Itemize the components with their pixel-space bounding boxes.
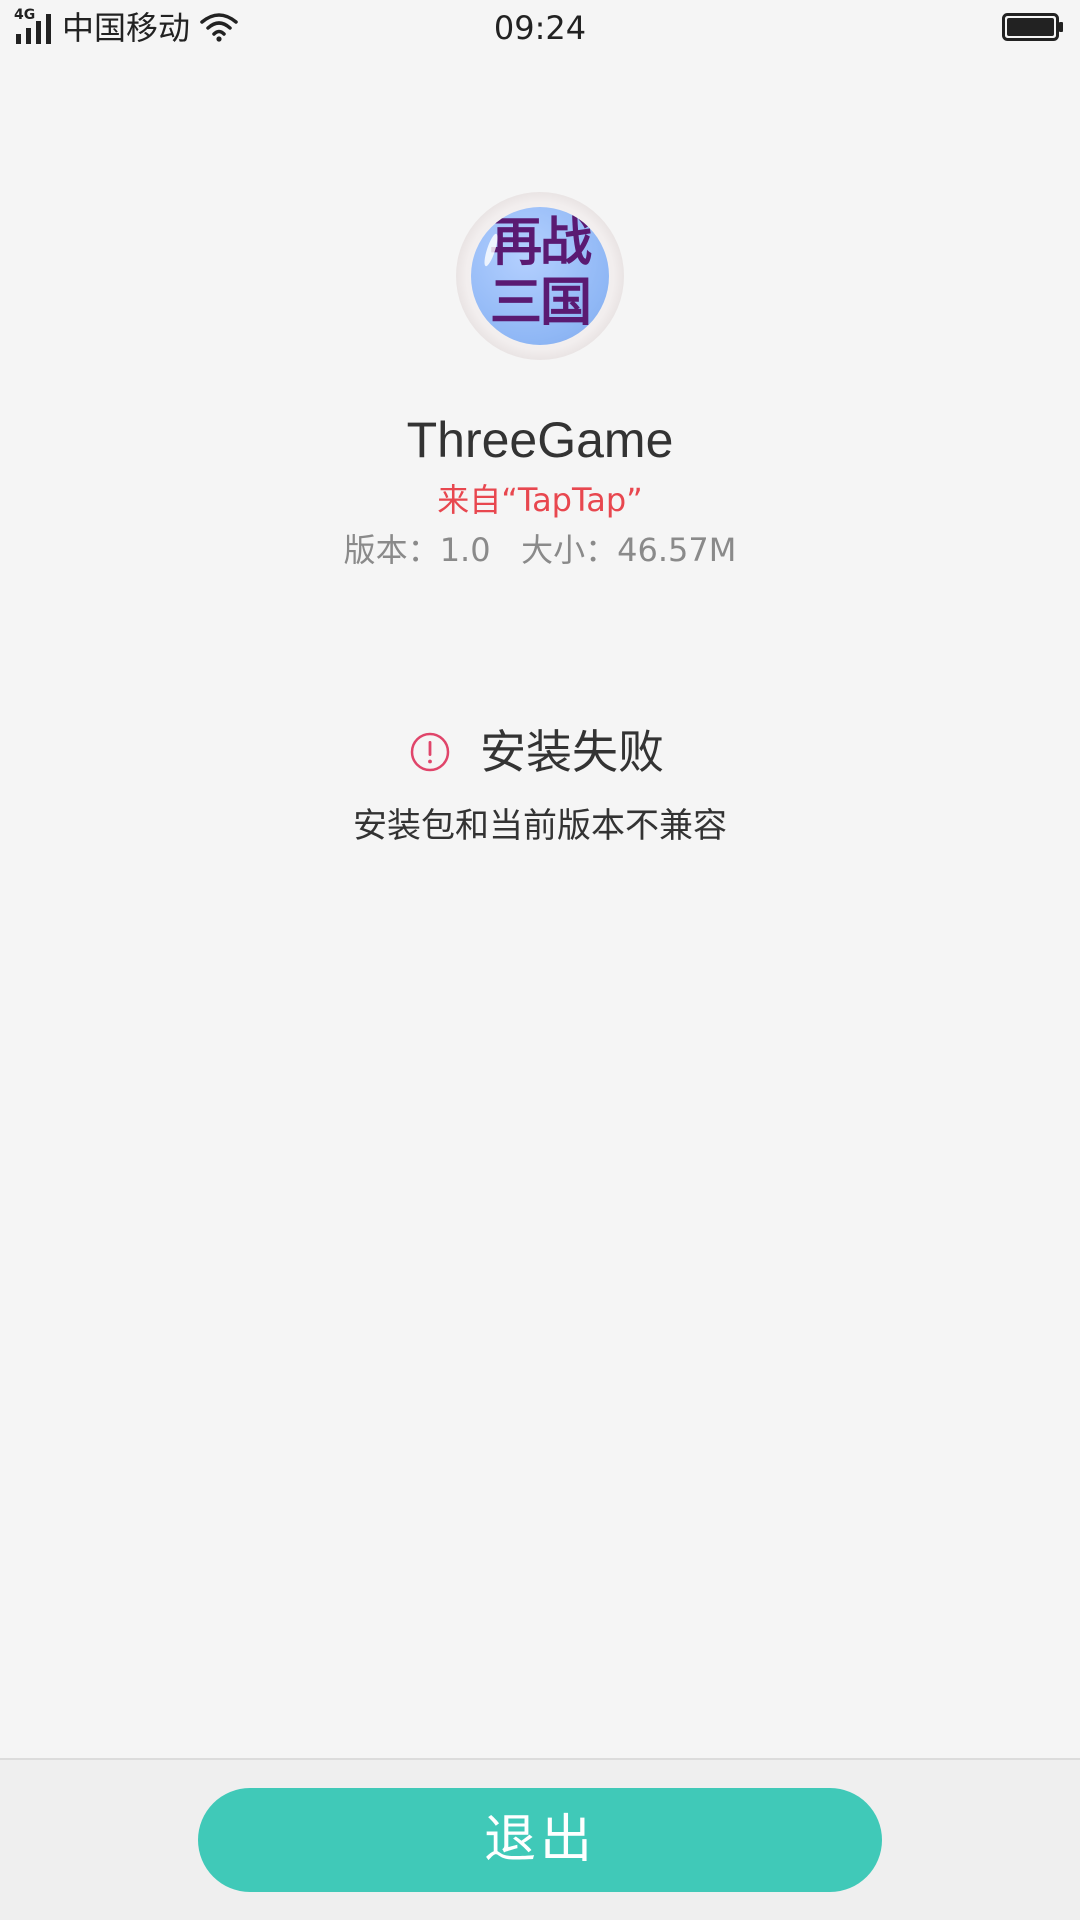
app-meta: 版本：1.0 大小：46.57M [0,528,1080,572]
result-title: 安装失败 [480,725,664,779]
version-value: 1.0 [439,531,491,569]
install-result: 安装失败 [0,720,1080,784]
size-value: 46.57M [617,531,737,569]
status-time: 09:24 [493,9,587,47]
bottom-bar: 退出 [0,1758,1080,1920]
error-circle-icon [410,732,450,772]
meta-separator [491,531,522,569]
version-label: 版本： [343,531,440,569]
result-message: 安装包和当前版本不兼容 [353,806,727,846]
size-label: 大小： [521,531,618,569]
app-name: ThreeGame [406,412,674,468]
app-icon: 再战三国 [456,192,624,360]
status-bar: 4G 中国移动 09:24 [0,0,1080,58]
install-result-screen: 4G 中国移动 09:24 再战三国 ThreeGame 来自“TapTap” … [0,0,1080,1920]
app-icon-image: 再战三国 [471,207,609,345]
app-icon-label: 再战三国 [489,212,592,333]
app-source: 来自“TapTap” [437,481,643,519]
battery-icon [1002,13,1063,41]
exit-button[interactable]: 退出 [198,1788,882,1892]
